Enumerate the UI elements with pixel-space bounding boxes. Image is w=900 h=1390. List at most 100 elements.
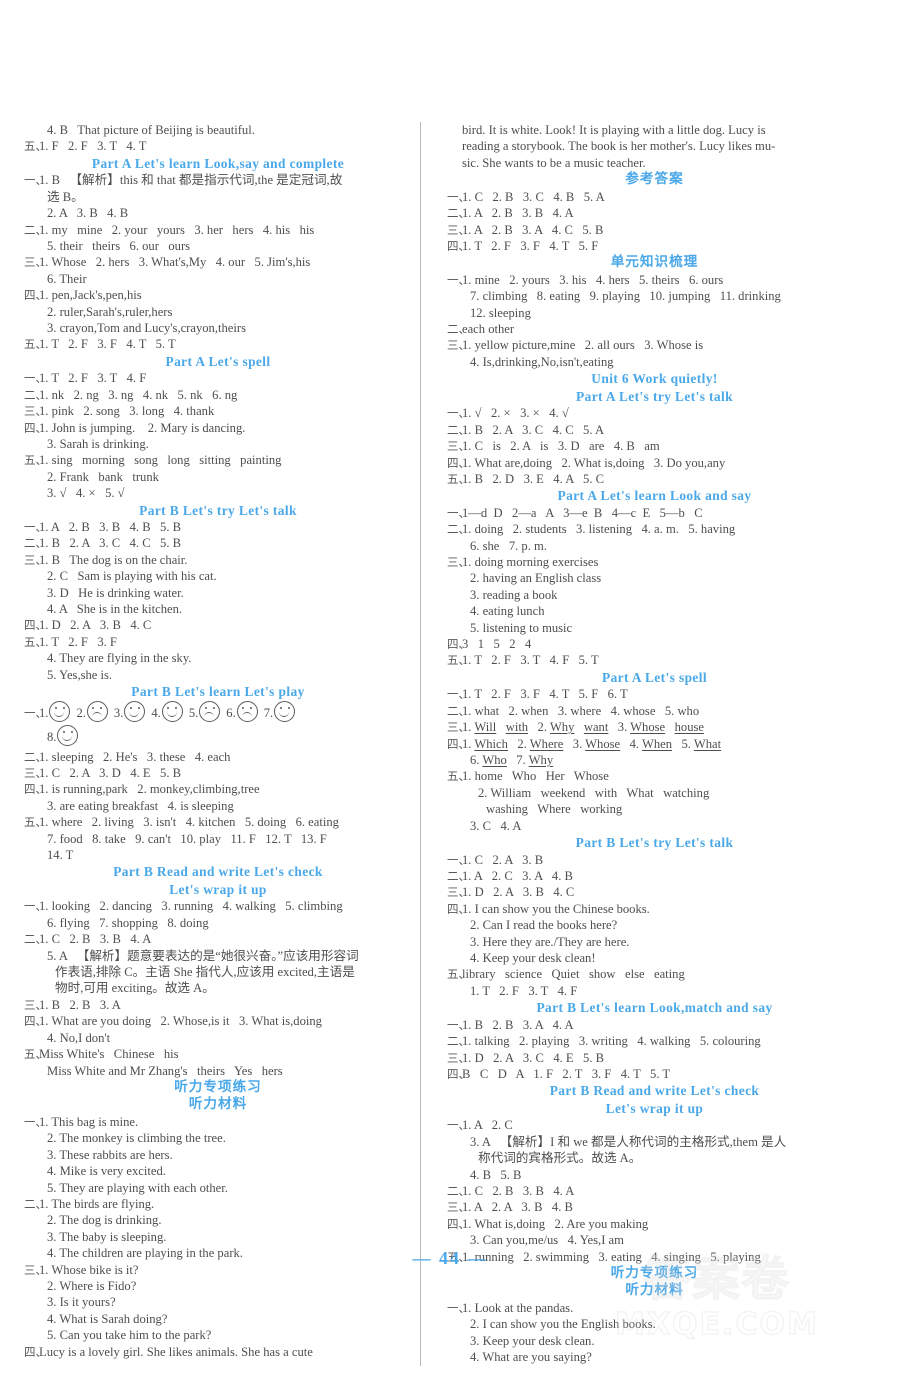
answer-text: 1. B 2. A 3. C 4. C 5. A (462, 422, 605, 437)
answer-text: 1. John is jumping. 2. Mary is dancing. (39, 420, 246, 435)
answer-text: 4. Mike is very excited. (47, 1164, 166, 1179)
answer-text: 1. doing 2. students 3. listening 4. a. … (462, 522, 736, 537)
answer-line: 五、1. T 2. F 3. T 4. F 5. T (447, 652, 862, 668)
answer-text: bird. It is white. Look! It is playing w… (462, 123, 766, 137)
answer-line: 四、B C D A 1. F 2. T 3. F 4. T 5. T (447, 1066, 862, 1082)
answer-line: 一、1. mine 2. yours 3. his 4. hers 5. the… (447, 272, 862, 288)
item-marker: 三、 (447, 720, 470, 735)
answer-text: 3. C 4. A (470, 818, 522, 833)
item-marker: 二、 (447, 1034, 470, 1049)
answer-line: 3. Sarah is drinking. (24, 436, 412, 452)
answer-line: 一、1. A 2. C (447, 1117, 862, 1133)
answer-text: 6. she 7. p. m. (470, 538, 547, 553)
answer-text: 1. What are,doing 2. What is,doing 3. Do… (462, 455, 726, 470)
answer-line: 二、each other (447, 321, 862, 337)
answer-text: 12. sleeping (470, 305, 531, 320)
answer-text: 1. T 2. F 3. F 4. T 5. F (462, 238, 599, 253)
answer-text: 1. B 2. B 3. A (39, 997, 121, 1012)
answer-text: 1. what 2. when 3. where 4. whose 5. who (462, 703, 700, 718)
answer-number: 5. (188, 705, 199, 720)
item-marker: 五、 (447, 471, 470, 486)
answer-text: 5. Yes,she is. (47, 667, 113, 682)
answer-line: 7. food 8. take 9. can't 10. play 11. F … (24, 831, 412, 847)
section-header: 听力专项练习 (174, 1078, 262, 1095)
answer-text: 选 B。 (47, 189, 84, 204)
answer-text: 1. B 2. D 3. E 4. A 5. C (462, 471, 605, 486)
answer-line: 一、1. C 2. A 3. B (447, 852, 862, 868)
section-header: 听力材料 (625, 1282, 684, 1299)
answer-line: 选 B。 (24, 189, 412, 205)
answer-line: washing Where working (447, 801, 862, 817)
answer-text: 3. are eating breakfast 4. is sleeping (47, 798, 234, 813)
answer-text: 5. listening to music (470, 620, 573, 635)
answer-line: 三、1. A 2. B 3. A 4. C 5. B (447, 222, 862, 238)
answer-line: 一、1. looking 2. dancing 3. running 4. wa… (24, 898, 412, 914)
answer-line: 五、1. B 2. D 3. E 4. A 5. C (447, 471, 862, 487)
answer-line: 4. B That picture of Beijing is beautifu… (24, 122, 412, 138)
answer-line: 3. These rabbits are hers. (24, 1147, 412, 1163)
answer-text: 4. What is Sarah doing? (47, 1311, 168, 1326)
answer-text: 1. B 【解析】this 和 that 都是指示代词,the 是定冠词,故 (39, 173, 343, 188)
answer-line: 3. reading a book (447, 587, 862, 603)
answer-text: 5. Can you take him to the park? (47, 1328, 212, 1343)
answer-line: 三、1. B The dog is on the chair. (24, 552, 412, 568)
answer-text: 1. T 2. F 3. F (39, 634, 117, 649)
sad-face-icon (199, 700, 221, 722)
answer-text: 4. B That picture of Beijing is beautifu… (47, 123, 255, 137)
answer-text: 1. nk 2. ng 3. ng 4. nk 5. nk 6. ng (39, 387, 238, 402)
answer-line: 四、1. T 2. F 3. F 4. T 5. F (447, 238, 862, 254)
answer-text: 1. F 2. F 3. T 4. T (39, 139, 147, 154)
answer-text: 1. What is,doing 2. Are you making (462, 1216, 649, 1231)
answer-text: 1. my mine 2. your yours 3. her hers 4. … (39, 222, 315, 237)
item-marker: 四、 (24, 1014, 47, 1029)
answer-text: 1. Whose 2. hers 3. What's,My 4. our 5. … (39, 255, 311, 270)
answer-line: 三、1. D 2. A 3. C 4. E 5. B (447, 1050, 862, 1066)
item-marker: 三、 (447, 222, 470, 237)
section-header: Part A Let's try Let's talk (576, 388, 733, 404)
section-header: Part B Let's try Let's talk (575, 835, 734, 851)
answer-text: library science Quiet show else eating (462, 967, 685, 982)
answer-text: 1. Which 2. Where 3. Whose 4. When 5. Wh… (462, 736, 722, 751)
answer-line: 2. The dog is drinking. (24, 1212, 412, 1228)
answer-number: 3. (113, 705, 124, 720)
answer-line: 1. T 2. F 3. T 4. F (447, 983, 862, 999)
item-marker: 三、 (447, 439, 470, 454)
answer-text: 1. I can show you the Chinese books. (462, 901, 650, 916)
answer-line: 称代词的宾格形式。故选 A。 (447, 1150, 862, 1166)
answer-text: 1. The birds are flying. (39, 1196, 155, 1211)
answer-line: reading a storybook. The book is her mot… (447, 138, 862, 154)
item-marker: 二、 (24, 749, 47, 764)
answer-line: 2. A 3. B 4. B (24, 205, 412, 221)
answer-line: 五、library science Quiet show else eating (447, 966, 862, 982)
answer-text: each other (462, 322, 515, 337)
answer-line: 三、1. doing morning exercises (447, 554, 862, 570)
answer-text: reading a storybook. The book is her mot… (462, 139, 776, 154)
left-column: 4. B That picture of Beijing is beautifu… (0, 122, 420, 1366)
item-marker: 五、 (24, 815, 47, 830)
answer-text: 称代词的宾格形式。故选 A。 (478, 1151, 642, 1166)
answer-text: 3 1 5 2 4 (462, 637, 532, 652)
answer-text: 1. Look at the pandas. (462, 1300, 574, 1315)
answer-line: 二、1. doing 2. students 3. listening 4. a… (447, 521, 862, 537)
answer-line: 2. Frank bank trunk (24, 469, 412, 485)
answer-text: Lucy is a lovely girl. She likes animals… (39, 1344, 313, 1359)
item-marker: 一、 (24, 520, 47, 535)
item-marker: 三、 (24, 404, 47, 419)
answer-text: 1. This bag is mine. (39, 1114, 139, 1129)
section-header: Part B Read and write Let's check (549, 1083, 760, 1099)
answer-line: 四、1. What is,doing 2. Are you making (447, 1216, 862, 1232)
face-mouth (62, 735, 73, 742)
answer-line: 2. C Sam is playing with his cat. (24, 568, 412, 584)
answer-line: 3. √ 4. × 5. √ (24, 485, 412, 501)
answer-text: sic. She wants to be a music teacher. (462, 155, 646, 170)
answer-line: 5. They are playing with each other. (24, 1180, 412, 1196)
item-marker: 二、 (24, 222, 47, 237)
happy-face-icon (161, 700, 183, 722)
item-marker: 四、 (24, 1344, 47, 1359)
answer-number: 1. (39, 705, 49, 720)
item-marker: 三、 (447, 1050, 470, 1065)
answer-text: 3. Sarah is drinking. (47, 436, 149, 451)
section-header: Unit 6 Work quietly! (591, 371, 718, 387)
face-mouth (166, 711, 177, 718)
answer-text: 1. C 2. B 3. B 4. A (462, 1183, 575, 1198)
